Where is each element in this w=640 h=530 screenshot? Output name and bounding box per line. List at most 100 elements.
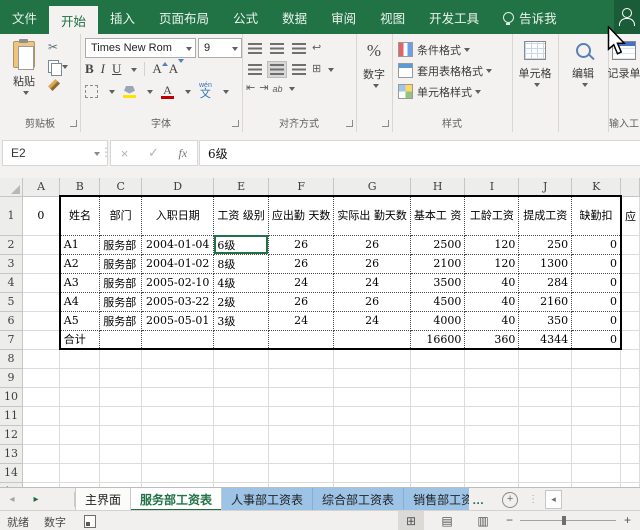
cell-G7[interactable] (334, 330, 411, 349)
column-header-F[interactable]: F (268, 178, 334, 196)
cell-I13[interactable] (465, 444, 519, 463)
cell-G5[interactable]: 26 (334, 292, 411, 311)
cell-F1[interactable]: 应出勤 天数 (268, 196, 334, 235)
cell-F6[interactable]: 24 (268, 311, 334, 330)
cell-C8[interactable] (100, 349, 142, 368)
cell-L6[interactable] (621, 311, 640, 330)
cell-D10[interactable] (142, 387, 214, 406)
sheet-scroll-prev-button[interactable]: ◂ (0, 488, 24, 511)
dialog-launcher-icon[interactable] (232, 120, 239, 127)
cell-B12[interactable] (60, 425, 100, 444)
paste-button[interactable]: 粘贴 (4, 34, 44, 96)
view-page-layout-button[interactable]: ▤ (434, 511, 460, 530)
cell-L8[interactable] (621, 349, 640, 368)
cell-J6[interactable]: 350 (519, 311, 572, 330)
cell-F14[interactable] (268, 463, 334, 482)
cell-F9[interactable] (268, 368, 334, 387)
cell-K13[interactable] (572, 444, 621, 463)
cell-A10[interactable] (22, 387, 59, 406)
cell-J2[interactable]: 250 (519, 235, 572, 254)
column-header-E[interactable]: E (214, 178, 269, 196)
cell-B14[interactable] (60, 463, 100, 482)
cancel-icon[interactable]: × (121, 146, 129, 161)
macro-record-icon[interactable] (84, 515, 96, 528)
row-header-2[interactable]: 2 (0, 235, 22, 254)
cell-B3[interactable]: A2 (60, 254, 100, 273)
column-header-B[interactable]: B (60, 178, 100, 196)
orientation-button[interactable]: ab (272, 84, 282, 94)
cell-K5[interactable]: 0 (572, 292, 621, 311)
name-box[interactable]: E2 (2, 140, 108, 166)
cell-J3[interactable]: 1300 (519, 254, 572, 273)
cell-J7[interactable]: 4344 (519, 330, 572, 349)
cell-J11[interactable] (519, 406, 572, 425)
cell-I2[interactable]: 120 (465, 235, 519, 254)
cell-K8[interactable] (572, 349, 621, 368)
cell-C6[interactable]: 服务部 (100, 311, 142, 330)
cell-I3[interactable]: 120 (465, 254, 519, 273)
chevron-down-icon[interactable] (185, 90, 191, 97)
column-header-K[interactable]: K (572, 178, 621, 196)
zoom-slider-thumb[interactable] (562, 516, 566, 525)
underline-button[interactable]: U (112, 61, 121, 77)
cell-G12[interactable] (334, 425, 411, 444)
cell-C11[interactable] (100, 406, 142, 425)
cell-F7[interactable] (268, 330, 334, 349)
cell-B1[interactable]: 姓名 (60, 196, 100, 235)
column-header-partial[interactable] (621, 178, 640, 196)
zoom-slider-track[interactable] (520, 520, 616, 521)
cell-C5[interactable]: 服务部 (100, 292, 142, 311)
cell-G13[interactable] (334, 444, 411, 463)
new-sheet-button[interactable]: + (502, 492, 518, 508)
font-size-combo[interactable]: 9 (198, 38, 242, 58)
cell-J9[interactable] (519, 368, 572, 387)
cell-I12[interactable] (465, 425, 519, 444)
cell-K7[interactable]: 0 (572, 330, 621, 349)
cell-L13[interactable] (621, 444, 640, 463)
cell-C1[interactable]: 部门 (100, 196, 142, 235)
copy-button[interactable] (48, 59, 68, 73)
cell-D11[interactable] (142, 406, 214, 425)
wrap-text-button[interactable]: ↩ (312, 43, 321, 54)
cell-H10[interactable] (410, 387, 465, 406)
cell-A4[interactable] (22, 273, 59, 292)
cell-F11[interactable] (268, 406, 334, 425)
cell-E13[interactable] (214, 444, 269, 463)
sign-in-button[interactable] (614, 0, 640, 34)
cell-K2[interactable]: 0 (572, 235, 621, 254)
column-header-D[interactable]: D (142, 178, 214, 196)
cell-A14[interactable] (22, 463, 59, 482)
sheet-tab-5[interactable]: 销售部工资 (404, 488, 469, 511)
cell-E14[interactable] (214, 463, 269, 482)
cell-A9[interactable] (22, 368, 59, 387)
sheet-tab-2[interactable]: 服务部工资表 (131, 488, 222, 511)
cell-I11[interactable] (465, 406, 519, 425)
row-header-6[interactable]: 6 (0, 311, 22, 330)
ribbon-tab-4[interactable]: 页面布局 (147, 0, 221, 34)
cell-E12[interactable] (214, 425, 269, 444)
ribbon-tab-7[interactable]: 审阅 (319, 0, 368, 34)
row-header-12[interactable]: 12 (0, 425, 22, 444)
cell-J8[interactable] (519, 349, 572, 368)
cell-B9[interactable] (60, 368, 100, 387)
cell-K9[interactable] (572, 368, 621, 387)
cell-A2[interactable] (22, 235, 59, 254)
decrease-font-button[interactable]: A (169, 61, 178, 77)
cell-F5[interactable]: 26 (268, 292, 334, 311)
cell-H5[interactable]: 4500 (410, 292, 465, 311)
row-header-10[interactable]: 10 (0, 387, 22, 406)
cell-K10[interactable] (572, 387, 621, 406)
cell-I5[interactable]: 40 (465, 292, 519, 311)
cell-D3[interactable]: 2004-01-02 (142, 254, 214, 273)
insert-function-icon[interactable]: fx (179, 146, 188, 161)
cell-L2[interactable] (621, 235, 640, 254)
cell-F3[interactable]: 26 (268, 254, 334, 273)
cell-I4[interactable]: 40 (465, 273, 519, 292)
cell-K3[interactable]: 0 (572, 254, 621, 273)
cell-D9[interactable] (142, 368, 214, 387)
cell-C4[interactable]: 服务部 (100, 273, 142, 292)
cut-button[interactable]: ✂ (48, 40, 68, 54)
cell-E8[interactable] (214, 349, 269, 368)
column-header-H[interactable]: H (410, 178, 465, 196)
cell-I1[interactable]: 工龄工资 (465, 196, 519, 235)
